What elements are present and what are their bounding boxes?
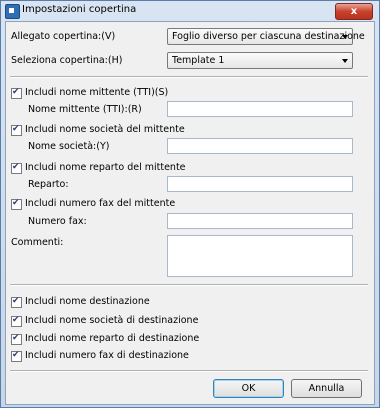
sender-name-field-label: Nome mittente (TTI):(R) — [28, 104, 142, 115]
attachment-label: Allegato copertina:(V) — [11, 31, 116, 42]
dialog-body: Allegato copertina:(V) Foglio diverso pe… — [5, 21, 375, 405]
sender-fax-checkbox[interactable] — [11, 198, 22, 210]
sender-company-input[interactable] — [167, 138, 353, 154]
sender-fax-checkbox-label: Includi numero fax del mittente — [25, 198, 176, 209]
dialog-title: Impostazioni copertina — [22, 4, 137, 15]
attachment-value: Foglio diverso per ciascuna destinazione — [172, 31, 365, 42]
sender-company-checkbox-label: Includi nome società del mittente — [25, 124, 185, 135]
dialog-window: Impostazioni copertina x Allegato copert… — [0, 0, 380, 408]
template-label: Seleziona copertina:(H) — [11, 55, 123, 66]
template-value: Template 1 — [172, 55, 225, 66]
sender-name-checkbox[interactable] — [11, 87, 22, 99]
template-select[interactable]: Template 1 — [167, 52, 353, 69]
destination-department-label: Includi nome reparto di destinazione — [25, 333, 200, 344]
destination-fax-checkbox[interactable] — [11, 350, 22, 362]
close-button[interactable]: x — [335, 3, 373, 20]
ok-button[interactable]: OK — [213, 379, 284, 398]
sender-department-checkbox[interactable] — [11, 162, 22, 174]
sender-department-input[interactable] — [167, 176, 353, 192]
sender-department-checkbox-label: Includi nome reparto del mittente — [25, 162, 186, 173]
sender-department-field-label: Reparto: — [28, 179, 69, 190]
sender-name-checkbox-label: Includi nome mittente (TTI)(S) — [25, 87, 169, 98]
sender-fax-input[interactable] — [167, 213, 353, 229]
sender-fax-field-label: Numero fax: — [28, 216, 87, 227]
sender-name-input[interactable] — [167, 101, 353, 117]
destination-department-checkbox[interactable] — [11, 333, 22, 345]
destination-company-label: Includi nome società di destinazione — [25, 315, 199, 326]
sender-company-checkbox[interactable] — [11, 124, 22, 136]
app-icon — [5, 4, 20, 19]
attachment-select[interactable]: Foglio diverso per ciascuna destinazione — [167, 28, 365, 45]
separator — [10, 370, 368, 372]
chevron-down-icon — [342, 35, 348, 39]
comments-label: Commenti: — [11, 237, 64, 248]
chevron-down-icon — [342, 59, 348, 63]
sender-company-field-label: Nome società:(Y) — [28, 141, 110, 152]
destination-name-label: Includi nome destinazione — [25, 296, 150, 307]
cancel-button[interactable]: Annulla — [291, 379, 362, 398]
close-icon: x — [350, 6, 358, 17]
destination-fax-label: Includi numero fax di destinazione — [25, 350, 189, 361]
title-bar[interactable]: Impostazioni copertina x — [1, 1, 379, 21]
destination-company-checkbox[interactable] — [11, 315, 22, 327]
comments-textarea[interactable] — [167, 235, 353, 277]
destination-name-checkbox[interactable] — [11, 296, 22, 308]
separator — [10, 76, 368, 78]
separator — [10, 284, 368, 286]
